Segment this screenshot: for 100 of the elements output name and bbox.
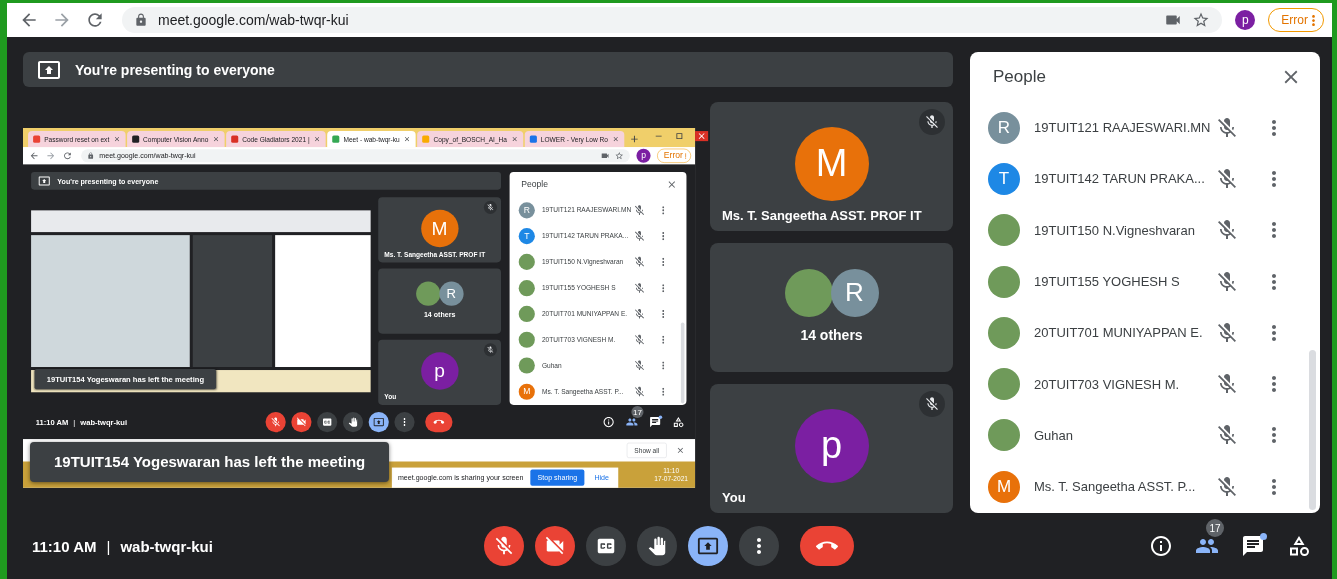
avatar-photo (518, 331, 535, 348)
more-icon[interactable] (1272, 324, 1276, 341)
mic-off-icon[interactable] (633, 255, 646, 268)
scrollbar-thumb[interactable] (680, 322, 685, 403)
mic-off-icon (493, 535, 515, 557)
more-icon[interactable] (662, 361, 665, 370)
camera-button[interactable] (291, 411, 312, 432)
more-icon[interactable] (662, 309, 665, 318)
captions-button[interactable] (586, 526, 626, 566)
mic-off-icon[interactable] (633, 307, 646, 320)
favicon-icon (231, 135, 239, 143)
activities-icon[interactable] (1287, 534, 1311, 558)
avatar: M (420, 209, 459, 247)
more-icon[interactable] (662, 257, 665, 266)
raise-hand-button[interactable] (342, 411, 363, 432)
reload-icon[interactable] (62, 150, 73, 161)
hand-icon (347, 416, 359, 428)
more-icon[interactable] (1272, 478, 1276, 495)
present-button[interactable] (368, 411, 389, 432)
leave-call-button[interactable] (800, 526, 854, 566)
more-icon[interactable] (1272, 376, 1276, 393)
mic-off-icon[interactable] (633, 281, 646, 294)
avatar: p (420, 351, 459, 389)
favicon-icon (33, 135, 41, 143)
activities-icon[interactable] (672, 415, 685, 428)
chat-icon[interactable] (649, 415, 662, 428)
leave-call-button[interactable] (424, 411, 453, 432)
raise-hand-button[interactable] (637, 526, 677, 566)
avatar: R (439, 280, 464, 306)
info-icon[interactable] (602, 415, 615, 428)
mic-off-icon[interactable] (633, 333, 646, 346)
star-icon[interactable] (614, 150, 624, 160)
mic-off-icon[interactable] (633, 229, 646, 242)
mic-off-icon[interactable] (1215, 115, 1239, 140)
profile-avatar[interactable]: p (636, 148, 651, 163)
camera-button[interactable] (535, 526, 575, 566)
more-icon[interactable] (1272, 273, 1276, 290)
notification-toast: 19TUIT154 Yogeswaran has left the meeting (30, 441, 390, 482)
avatar: T (518, 227, 535, 244)
present-icon (38, 174, 51, 187)
mic-off-icon[interactable] (1215, 474, 1239, 499)
camera-off-icon (295, 416, 307, 428)
avatar-photo (988, 265, 1020, 298)
more-icon[interactable] (1272, 170, 1276, 187)
avatar-photo (415, 280, 441, 306)
avatar: M (988, 470, 1020, 503)
separator: | (106, 537, 111, 555)
participant-count-badge: 17 (1206, 519, 1224, 537)
participant-name: 20TUIT703 VIGNESH M. (1034, 376, 1181, 392)
avatar: T (988, 162, 1020, 195)
more-options-button[interactable] (739, 526, 779, 566)
address-bar[interactable]: meet.google.com/wab-twqr-kui (122, 7, 1223, 33)
meeting-code: wab-twqr-kui (120, 537, 213, 555)
info-icon[interactable] (1149, 534, 1173, 558)
more-icon[interactable] (1272, 427, 1276, 444)
meeting-time: 11:10 AM (32, 537, 97, 555)
back-icon[interactable] (29, 150, 40, 161)
maximize-icon[interactable] (674, 130, 685, 141)
mic-off-icon[interactable] (633, 203, 646, 216)
more-icon (403, 417, 406, 426)
mic-off-icon[interactable] (1215, 166, 1239, 191)
more-icon[interactable] (662, 231, 665, 240)
hand-icon (646, 535, 668, 557)
captions-icon (321, 416, 333, 428)
avatar-photo (518, 305, 535, 322)
avatar-photo (518, 253, 535, 270)
avatar-photo (988, 316, 1020, 349)
mic-off-icon[interactable] (633, 385, 646, 398)
more-icon[interactable] (1272, 222, 1276, 239)
profile-avatar[interactable]: p (1235, 10, 1256, 30)
close-icon[interactable] (694, 130, 708, 141)
avatar-photo (518, 357, 535, 374)
more-icon[interactable] (662, 205, 665, 214)
panel-title: People (521, 179, 549, 190)
avatar: R (988, 111, 1020, 144)
present-button[interactable] (688, 526, 728, 566)
avatar-photo (988, 368, 1020, 401)
more-icon[interactable] (1272, 119, 1276, 136)
mic-off-icon[interactable] (633, 359, 646, 372)
reload-icon[interactable] (85, 10, 105, 30)
url-text: meet.google.com/wab-twqr-kui (158, 12, 349, 28)
participant-name: Ms. T. Sangeetha ASST. P... (1034, 479, 1197, 495)
mic-off-icon[interactable] (1215, 320, 1239, 345)
favicon-icon (131, 135, 140, 143)
new-tab-icon[interactable] (628, 133, 640, 145)
avatar: M (518, 383, 535, 400)
star-icon[interactable] (1192, 11, 1211, 29)
banner-text: You're presenting to everyone (75, 61, 275, 78)
lock-icon (87, 151, 95, 159)
avatar: R (518, 201, 535, 218)
microphone-button[interactable] (265, 411, 286, 432)
microphone-button[interactable] (484, 526, 524, 566)
avatar: p (794, 408, 869, 483)
more-icon[interactable] (662, 283, 665, 292)
more-icon[interactable] (662, 335, 665, 344)
chat-icon[interactable] (1241, 534, 1265, 558)
captions-button[interactable] (316, 411, 338, 432)
scrollbar-thumb[interactable] (1309, 350, 1316, 510)
more-icon[interactable] (662, 387, 665, 396)
mic-off-icon[interactable] (1215, 269, 1239, 294)
